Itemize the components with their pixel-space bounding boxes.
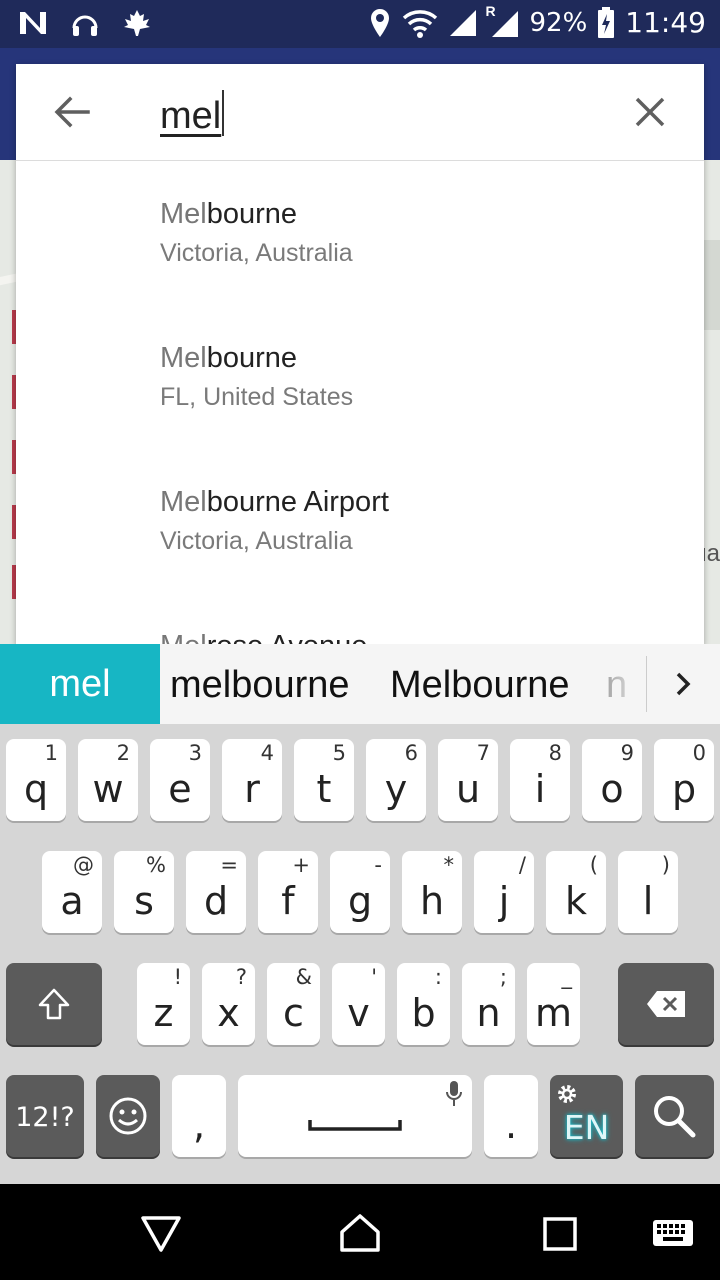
chevron-right-icon — [676, 672, 691, 696]
close-icon[interactable] — [626, 88, 674, 136]
suggestion-active[interactable]: mel — [0, 644, 160, 724]
search-query: mel — [160, 95, 222, 137]
shift-icon — [38, 988, 70, 1020]
keyboard-switch-icon[interactable] — [652, 1218, 694, 1248]
result-title: Melbourne Airport — [160, 486, 389, 518]
result-subtitle: Victoria, Australia — [160, 527, 353, 555]
search-icon — [654, 1096, 696, 1138]
key-e[interactable]: 3e — [150, 739, 210, 821]
suggestion-fade — [600, 644, 646, 724]
result-title: Melbourne — [160, 342, 298, 374]
space-key[interactable] — [238, 1075, 472, 1157]
key-h[interactable]: * h — [402, 851, 462, 933]
back-nav-icon[interactable] — [139, 1214, 183, 1254]
key-u[interactable]: 7u — [438, 739, 498, 821]
results-list: Melbourne Victoria, Australia Melbourne … — [16, 161, 704, 645]
result-item[interactable]: Melbourne FL, United States — [16, 305, 704, 449]
maple-leaf-icon — [124, 10, 150, 36]
key-o[interactable]: 9o — [582, 739, 642, 821]
result-item[interactable]: Melrose Avenue — [16, 593, 704, 645]
result-subtitle: Victoria, Australia — [160, 239, 353, 267]
key-d[interactable]: = d — [186, 851, 246, 933]
search-card: mel Melbourne Victoria, Australia Melbou… — [16, 64, 704, 645]
battery-charging-icon — [598, 6, 615, 38]
key-x[interactable]: ? x — [202, 963, 255, 1045]
microphone-icon — [446, 1081, 462, 1106]
backspace-key[interactable] — [618, 963, 714, 1045]
location-icon — [370, 8, 389, 37]
key-q[interactable]: 1q — [6, 739, 66, 821]
language-label: EN — [563, 1108, 610, 1147]
suggestion-item[interactable]: melbourne — [170, 664, 350, 707]
gear-icon — [558, 1085, 576, 1103]
suggestion-strip: mel melbourne Melbourne n — [0, 644, 720, 724]
key-s[interactable]: % s — [114, 851, 174, 933]
key-i[interactable]: 8i — [510, 739, 570, 821]
clock: 11:49 — [625, 6, 706, 39]
suggestion-item[interactable]: Melbourne — [390, 664, 570, 707]
status-bar: R 92% 11:49 — [0, 0, 720, 48]
emoji-icon — [109, 1097, 147, 1135]
result-title: Melrose Avenue — [160, 628, 704, 645]
keyboard: 1q 2w 3e 4r 5t 6y 7u 8i 9o 0p @ a % s = d +… — [0, 724, 720, 1184]
key-m[interactable]: _ m — [527, 963, 580, 1045]
key-r[interactable]: 4r — [222, 739, 282, 821]
roaming-label: R — [485, 2, 496, 19]
key-k[interactable]: (k — [546, 851, 606, 933]
navigation-bar — [0, 1184, 720, 1280]
key-w[interactable]: 2w — [78, 739, 138, 821]
key-f[interactable]: + f — [258, 851, 318, 933]
key-g[interactable]: -g — [330, 851, 390, 933]
symbols-key[interactable]: 12!? — [6, 1075, 84, 1157]
key-v[interactable]: ' v — [332, 963, 385, 1045]
emoji-key[interactable] — [96, 1075, 160, 1157]
n-icon — [20, 12, 46, 34]
result-title: Melbourne — [160, 198, 298, 230]
key-c[interactable]: & c — [267, 963, 320, 1045]
language-key[interactable]: EN — [550, 1075, 623, 1157]
headphones-icon — [72, 15, 98, 36]
space-bar-icon — [308, 1120, 402, 1131]
key-n[interactable]: ; n — [462, 963, 515, 1045]
search-bar: mel — [16, 64, 704, 161]
home-nav-icon[interactable] — [338, 1212, 382, 1254]
key-t[interactable]: 5t — [294, 739, 354, 821]
backspace-icon — [647, 991, 685, 1017]
key-b[interactable]: :b — [397, 963, 450, 1045]
text-caret — [222, 90, 225, 136]
wifi-icon — [402, 9, 437, 38]
key-y[interactable]: 6y — [366, 739, 426, 821]
result-subtitle: FL, United States — [160, 383, 354, 411]
result-item[interactable]: Melbourne Airport Victoria, Australia — [16, 449, 704, 593]
key-z[interactable]: ! z — [137, 963, 190, 1045]
search-key[interactable] — [635, 1075, 714, 1157]
key-j[interactable]: / j — [474, 851, 534, 933]
recents-nav-icon[interactable] — [542, 1216, 578, 1252]
search-input[interactable]: mel — [160, 90, 225, 138]
result-item[interactable]: Melbourne Victoria, Australia — [16, 161, 704, 305]
shift-key[interactable] — [6, 963, 102, 1045]
battery-percent: 92% — [529, 7, 588, 38]
arrow-left-icon[interactable] — [46, 86, 98, 138]
signal-roaming-icon: R — [486, 3, 520, 39]
key-p[interactable]: 0p — [654, 739, 714, 821]
signal-icon — [449, 9, 476, 36]
comma-key[interactable]: , — [172, 1075, 226, 1157]
key-a[interactable]: @ a — [42, 851, 102, 933]
period-key[interactable]: . — [484, 1075, 538, 1157]
key-l[interactable]: ) l — [618, 851, 678, 933]
more-suggestions-button[interactable] — [646, 644, 720, 724]
